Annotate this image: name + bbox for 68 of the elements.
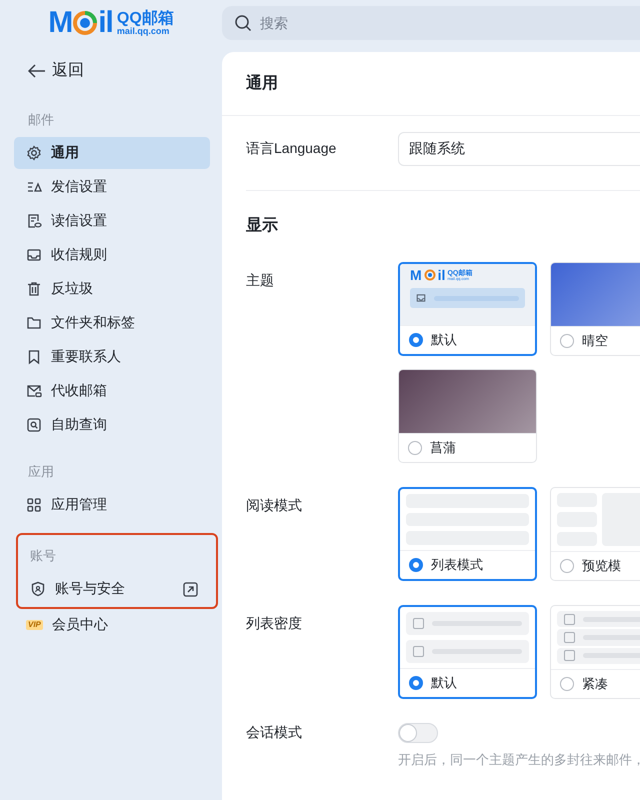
logo-text: mail.qq.com <box>116 26 170 36</box>
field-label: 列表密度 <box>246 614 303 633</box>
option-label: 列表模式 <box>431 556 483 574</box>
sidebar-item[interactable]: 发信设置 <box>14 171 210 203</box>
section-title: 账号 <box>29 547 57 565</box>
radio-button[interactable] <box>408 441 422 455</box>
option-card[interactable]: 晴空 <box>550 262 640 356</box>
option-label: 菖蒲 <box>430 439 456 457</box>
logo-text: il <box>438 268 446 282</box>
sidebar-item[interactable]: 文件夹和标签 <box>14 307 210 339</box>
vip-badge: VIP <box>26 620 43 630</box>
sidebar-item[interactable]: 自助查询 <box>14 409 210 441</box>
sidebar-item[interactable]: 重要联系人 <box>14 341 210 373</box>
toggle-switch[interactable] <box>398 723 438 743</box>
trash-icon <box>26 281 42 297</box>
field-label: 语言Language <box>246 140 338 158</box>
sidebar-item[interactable]: 通用 <box>14 137 210 169</box>
sidebar-item[interactable]: 应用管理 <box>14 489 210 521</box>
logo-text: il <box>98 8 113 38</box>
logo-text: M <box>410 268 422 282</box>
option-label: 晴空 <box>582 332 608 350</box>
field-label: 会话模式 <box>246 724 303 742</box>
back-link[interactable]: 返回 <box>14 54 210 87</box>
field-label: 阅读模式 <box>246 496 303 515</box>
option-label: 默认 <box>431 331 457 349</box>
option-card[interactable]: 菖蒲 <box>398 369 537 463</box>
search-icon <box>234 14 252 32</box>
option-card[interactable]: 列表模式 <box>398 487 537 581</box>
logo-text: QQ邮箱 <box>116 10 174 26</box>
option-label: 预览模 <box>582 557 621 575</box>
sidebar-item[interactable]: 收信规则 <box>14 239 210 271</box>
read-icon <box>26 213 42 229</box>
hint-text: 开启后，同一个主题产生的多封往来邮件， <box>398 751 640 769</box>
radio-button[interactable] <box>409 558 423 572</box>
back-arrow-icon <box>28 64 46 78</box>
sidebar-item[interactable]: VIP 会员中心 <box>14 609 210 641</box>
logo-text: M <box>48 8 72 38</box>
section-title: 邮件 <box>27 111 55 129</box>
mail-icon <box>26 383 42 399</box>
section-title: 应用 <box>27 463 55 481</box>
section-heading: 显示 <box>246 216 279 236</box>
option-card[interactable]: 预览模 <box>550 487 640 581</box>
grid-icon <box>26 497 42 513</box>
sidebar-item[interactable]: 代收邮箱 <box>14 375 210 407</box>
radio-button[interactable] <box>560 334 574 348</box>
option-card[interactable]: 默认 <box>398 605 537 699</box>
field-label: 主题 <box>246 271 275 290</box>
sidebar-item[interactable]: 读信设置 <box>14 205 210 237</box>
bookmark-icon <box>26 349 42 365</box>
logo-icon <box>72 10 98 36</box>
inbox-icon <box>416 293 426 303</box>
sidebar-item[interactable]: 账号与安全 <box>18 573 210 605</box>
radio-button[interactable] <box>560 559 574 573</box>
shield-icon <box>30 581 46 597</box>
inbox-icon <box>26 247 42 263</box>
language-select[interactable]: 跟随系统 <box>398 132 640 166</box>
option-label: 默认 <box>431 674 457 692</box>
settings-icon <box>26 145 42 161</box>
radio-button[interactable] <box>409 333 423 347</box>
sidebar-item[interactable]: 反垃圾 <box>14 273 210 305</box>
radio-button[interactable] <box>409 676 423 690</box>
logo-icon <box>424 269 436 281</box>
option-label: 紧凑 <box>582 675 608 693</box>
radio-button[interactable] <box>560 677 574 691</box>
option-card[interactable]: 紧凑 <box>550 605 640 699</box>
folder-icon <box>26 315 42 331</box>
query-icon <box>26 417 42 433</box>
page-title: 通用 <box>222 52 640 116</box>
